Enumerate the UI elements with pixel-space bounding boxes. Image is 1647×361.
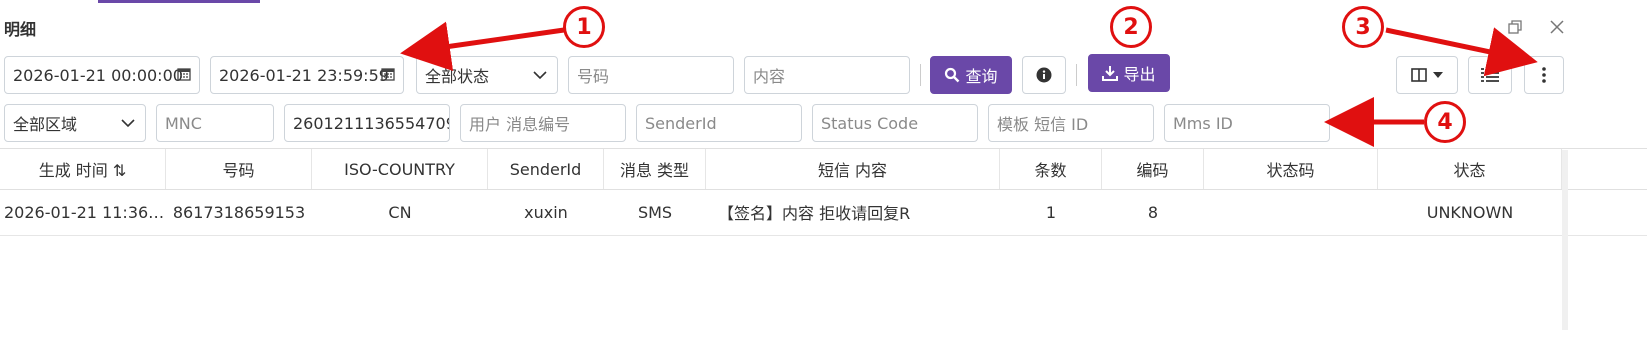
- annotation-marker-4: 4: [1424, 101, 1466, 143]
- annotation-arrow-3: [1385, 27, 1538, 77]
- annotation-marker-2: 2: [1110, 6, 1152, 48]
- annotation-arrows: [400, 21, 1538, 147]
- annotation-arrow-1: [400, 21, 565, 72]
- annotation-marker-1: 1: [563, 6, 605, 48]
- annotation-marker-3: 3: [1342, 6, 1384, 48]
